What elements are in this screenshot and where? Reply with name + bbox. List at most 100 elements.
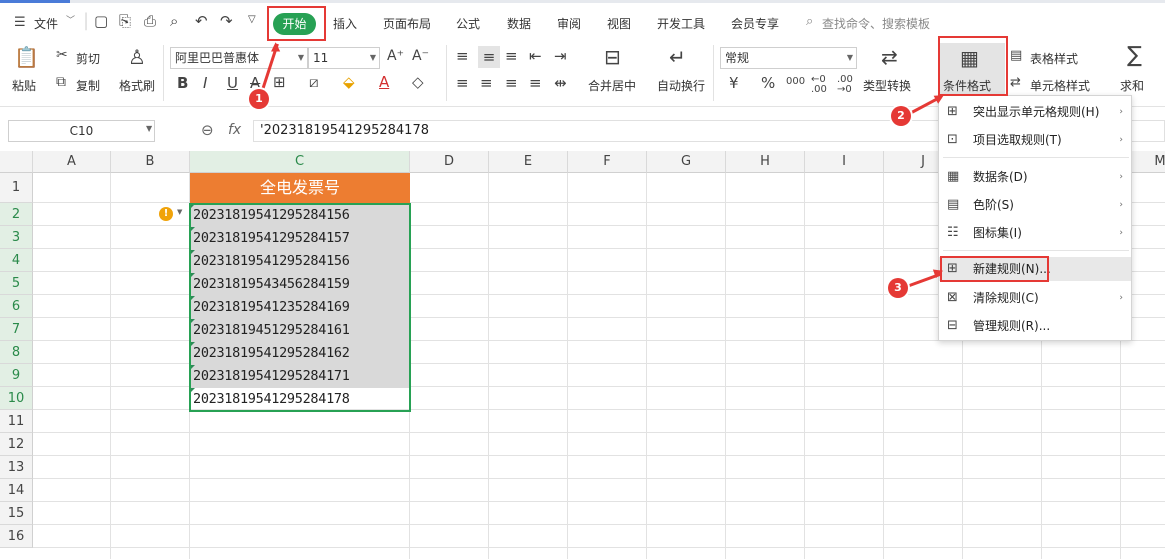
align-middle-icon[interactable]: ≡	[478, 46, 500, 68]
copy-icon[interactable]: ⧉	[56, 75, 66, 89]
font-name-select[interactable]: 阿里巴巴普惠体 ▼	[170, 47, 308, 69]
cell-style-button[interactable]: 单元格样式	[1030, 77, 1090, 94]
row-header[interactable]: 3	[0, 226, 33, 249]
column-header-h[interactable]: H	[726, 151, 805, 173]
tab-insert[interactable]: 插入	[333, 15, 357, 32]
chevron-down-icon[interactable]: ﹀	[66, 17, 75, 26]
decrease-decimal-icon[interactable]: .00 →0	[837, 75, 853, 95]
tab-review[interactable]: 审阅	[557, 15, 581, 32]
merge-center-icon[interactable]: ⊟	[604, 47, 621, 67]
cell-style-icon[interactable]: ⇄	[1010, 76, 1021, 89]
align-right-icon[interactable]: ≡	[505, 76, 518, 91]
menu-item-data-bar[interactable]: ▦ 数据条(D) ›	[939, 165, 1131, 189]
row-header[interactable]: 14	[0, 479, 33, 502]
table-style-button[interactable]: 表格样式	[1030, 50, 1078, 67]
scissors-icon[interactable]: ✂	[56, 48, 68, 62]
row-header[interactable]: 6	[0, 295, 33, 318]
menu-item-icon-set[interactable]: ☷ 图标集(I) ›	[939, 221, 1131, 245]
font-color-button[interactable]: A	[379, 75, 389, 90]
column-header-a[interactable]: A	[33, 151, 111, 173]
save-icon[interactable]: ▢	[94, 14, 108, 29]
distributed-icon[interactable]: ⇹	[554, 76, 567, 91]
column-header-e[interactable]: E	[489, 151, 568, 173]
fx-button[interactable]: fx	[228, 123, 241, 137]
fill-color-icon[interactable]: ⬙	[343, 75, 355, 90]
column-header-f[interactable]: F	[568, 151, 647, 173]
row-header[interactable]: 1	[0, 173, 33, 203]
print-preview-icon[interactable]: ⌕	[170, 14, 178, 29]
align-left-icon[interactable]: ≡	[456, 76, 469, 91]
italic-button[interactable]: I	[203, 76, 207, 91]
column-header-d[interactable]: D	[410, 151, 489, 173]
export-icon[interactable]: ⎘	[119, 14, 131, 29]
zoom-icon[interactable]: ⊖	[201, 123, 214, 138]
menu-item-color-scale[interactable]: ▤ 色阶(S) ›	[939, 193, 1131, 217]
tab-formulas[interactable]: 公式	[456, 15, 480, 32]
print-icon[interactable]: ⎙	[144, 14, 156, 29]
sum-button[interactable]: 求和	[1120, 77, 1144, 94]
column-header-c[interactable]: C	[190, 151, 410, 173]
justify-icon[interactable]: ≡	[529, 76, 542, 91]
column-header-b[interactable]: B	[111, 151, 190, 173]
paste-button[interactable]: 粘贴	[12, 77, 36, 94]
align-center-icon[interactable]: ≡	[480, 76, 493, 91]
wrap-text-button[interactable]: 自动换行	[657, 77, 705, 94]
redo-icon[interactable]: ↷	[220, 14, 233, 29]
undo-icon[interactable]: ↶	[195, 14, 208, 29]
tab-data[interactable]: 数据	[507, 15, 531, 32]
cell-c1-header[interactable]: 全电发票号	[190, 173, 410, 203]
table-style-icon[interactable]: ▤	[1010, 49, 1022, 62]
merge-center-button[interactable]: 合并居中	[588, 77, 636, 94]
percent-button[interactable]: %	[761, 76, 775, 91]
row-header[interactable]: 4	[0, 249, 33, 272]
select-all-corner[interactable]	[0, 151, 33, 173]
chevron-down-icon[interactable]: ▼	[177, 209, 182, 216]
row-header[interactable]: 12	[0, 433, 33, 456]
decrease-font-icon[interactable]: A⁻	[412, 49, 429, 63]
diagonal-border-icon[interactable]: ⧄	[309, 75, 319, 90]
row-header[interactable]: 7	[0, 318, 33, 341]
row-header[interactable]: 16	[0, 525, 33, 548]
cut-button[interactable]: 剪切	[76, 50, 100, 67]
increase-font-icon[interactable]: A⁺	[387, 49, 404, 63]
number-format-select[interactable]: 常规 ▼	[720, 47, 857, 69]
wrap-text-icon[interactable]: ↵	[669, 47, 686, 67]
column-header-i[interactable]: I	[805, 151, 884, 173]
quick-access-dropdown-icon[interactable]: ▽	[248, 15, 256, 25]
row-header[interactable]: 2	[0, 203, 33, 226]
tab-view[interactable]: 视图	[607, 15, 631, 32]
command-search[interactable]: 查找命令、搜索模板	[822, 15, 930, 32]
align-top-icon[interactable]: ≡	[456, 49, 469, 64]
underline-button[interactable]: U	[227, 76, 238, 91]
increase-decimal-icon[interactable]: ←0.00	[811, 75, 827, 95]
row-header[interactable]: 9	[0, 364, 33, 387]
warning-icon[interactable]: !	[159, 207, 173, 221]
menu-item-highlight-rules[interactable]: ⊞ 突出显示单元格规则(H) ›	[939, 100, 1131, 124]
row-header[interactable]: 10	[0, 387, 33, 410]
bold-button[interactable]: B	[177, 76, 188, 91]
menu-item-clear-rules[interactable]: ⊠ 清除规则(C) ›	[939, 286, 1131, 310]
tab-member[interactable]: 会员专享	[731, 15, 779, 32]
paste-icon[interactable]: 📋	[14, 47, 39, 67]
menu-item-top-rules[interactable]: ⊡ 项目选取规则(T) ›	[939, 128, 1131, 152]
file-menu[interactable]: 文件	[34, 15, 58, 32]
sum-icon[interactable]: ∑	[1127, 45, 1142, 67]
font-size-select[interactable]: 11 ▼	[308, 47, 380, 69]
format-painter-icon[interactable]: ♙	[128, 47, 146, 67]
border-icon[interactable]: ⊞	[273, 75, 286, 90]
format-painter-button[interactable]: 格式刷	[119, 77, 155, 94]
menu-item-manage-rules[interactable]: ⊟ 管理规则(R)...	[939, 314, 1131, 338]
row-header[interactable]: 8	[0, 341, 33, 364]
type-convert-button[interactable]: 类型转换	[863, 77, 911, 94]
row-header[interactable]: 13	[0, 456, 33, 479]
indent-decrease-icon[interactable]: ⇤	[529, 49, 542, 64]
thousands-separator-button[interactable]: 000	[786, 77, 805, 87]
indent-increase-icon[interactable]: ⇥	[554, 49, 567, 64]
tab-page-layout[interactable]: 页面布局	[383, 15, 431, 32]
name-box[interactable]: C10	[8, 120, 155, 142]
chevron-down-icon[interactable]: ▼	[146, 125, 152, 133]
hamburger-icon[interactable]: ☰	[14, 16, 26, 29]
copy-button[interactable]: 复制	[76, 77, 100, 94]
tab-developer[interactable]: 开发工具	[657, 15, 705, 32]
column-header-g[interactable]: G	[647, 151, 726, 173]
